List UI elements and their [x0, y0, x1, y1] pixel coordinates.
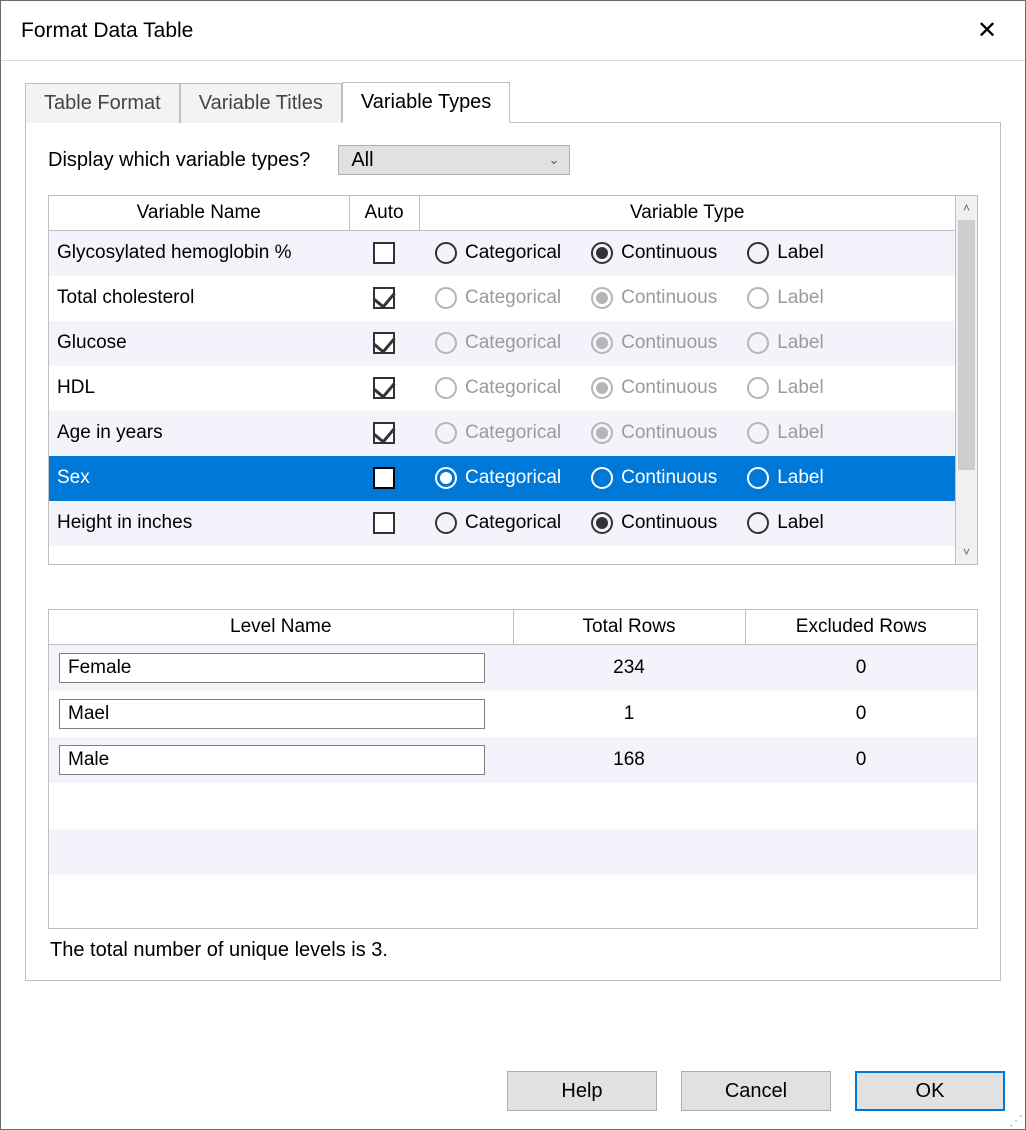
level-excluded: 0 — [745, 691, 977, 737]
variable-name[interactable]: Glucose — [49, 321, 349, 366]
variables-table: Variable Name Auto Variable Type Glycosy… — [49, 196, 955, 564]
type-radio-label[interactable]: Label — [747, 242, 824, 264]
level-total: 1 — [513, 691, 745, 737]
tab-panel-variable-types: Display which variable types? All ⌄ Vari… — [25, 123, 1001, 981]
auto-checkbox[interactable] — [373, 467, 395, 489]
col-variable-name: Variable Name — [49, 196, 349, 231]
variable-name[interactable]: Age in years — [49, 411, 349, 456]
tab-variable-types[interactable]: Variable Types — [342, 82, 510, 123]
type-radio-continuous[interactable]: Continuous — [591, 467, 717, 489]
title-bar: Format Data Table ✕ — [1, 1, 1025, 61]
scroll-up-icon[interactable]: ˄ — [956, 196, 977, 220]
col-excluded-rows: Excluded Rows — [745, 610, 977, 645]
type-radio-label[interactable]: Label — [747, 467, 824, 489]
resize-grip-icon[interactable]: ⋰ — [1009, 1113, 1023, 1127]
cancel-button[interactable]: Cancel — [681, 1071, 831, 1111]
scroll-thumb[interactable] — [958, 220, 975, 470]
variable-name[interactable]: Height in inches — [49, 501, 349, 546]
col-level-name: Level Name — [49, 610, 513, 645]
filter-label: Display which variable types? — [48, 149, 310, 172]
type-radio-categorical: Categorical — [435, 377, 561, 399]
type-radio-continuous: Continuous — [591, 377, 717, 399]
help-button[interactable]: Help — [507, 1071, 657, 1111]
filter-value: All — [351, 149, 373, 172]
close-icon[interactable]: ✕ — [967, 19, 1007, 43]
level-total — [513, 875, 745, 921]
level-excluded: 0 — [745, 737, 977, 783]
type-radio-categorical[interactable]: Categorical — [435, 242, 561, 264]
variables-scrollbar[interactable]: ˄ ˅ — [955, 196, 977, 564]
level-total: 234 — [513, 645, 745, 691]
col-variable-type: Variable Type — [419, 196, 955, 231]
variable-name[interactable]: Glycosylated hemoglobin % — [49, 231, 349, 276]
type-radio-label: Label — [747, 332, 824, 354]
level-name-input[interactable] — [59, 699, 485, 729]
type-radio-continuous: Continuous — [591, 332, 717, 354]
ok-button[interactable]: OK — [855, 1071, 1005, 1111]
type-radio-label: Label — [747, 422, 824, 444]
filter-dropdown[interactable]: All ⌄ — [338, 145, 570, 175]
level-excluded — [745, 875, 977, 921]
type-radio-label: Label — [747, 377, 824, 399]
auto-checkbox[interactable] — [373, 242, 395, 264]
variable-name[interactable]: Sex — [49, 456, 349, 501]
variable-name[interactable]: Total cholesterol — [49, 276, 349, 321]
auto-checkbox[interactable] — [373, 332, 395, 354]
type-radio-categorical[interactable]: Categorical — [435, 512, 561, 534]
scroll-down-icon[interactable]: ˅ — [956, 540, 977, 564]
level-excluded — [745, 829, 977, 875]
status-text: The total number of unique levels is 3. — [50, 939, 978, 962]
level-excluded: 0 — [745, 645, 977, 691]
level-total: 168 — [513, 737, 745, 783]
type-radio-categorical: Categorical — [435, 287, 561, 309]
type-radio-label[interactable]: Label — [747, 512, 824, 534]
level-excluded — [745, 783, 977, 829]
tab-table-format[interactable]: Table Format — [25, 83, 180, 123]
chevron-down-icon: ⌄ — [548, 152, 559, 168]
auto-checkbox[interactable] — [373, 287, 395, 309]
type-radio-categorical[interactable]: Categorical — [435, 467, 561, 489]
window-title: Format Data Table — [21, 19, 193, 43]
tab-strip: Table Format Variable Titles Variable Ty… — [25, 81, 1001, 123]
type-radio-continuous[interactable]: Continuous — [591, 242, 717, 264]
col-auto: Auto — [349, 196, 419, 231]
level-total — [513, 783, 745, 829]
variable-name[interactable]: HDL — [49, 366, 349, 411]
type-radio-label: Label — [747, 287, 824, 309]
level-total — [513, 829, 745, 875]
type-radio-categorical: Categorical — [435, 332, 561, 354]
level-name-input[interactable] — [59, 653, 485, 683]
type-radio-categorical: Categorical — [435, 422, 561, 444]
tab-variable-titles[interactable]: Variable Titles — [180, 83, 342, 123]
col-total-rows: Total Rows — [513, 610, 745, 645]
type-radio-continuous: Continuous — [591, 287, 717, 309]
levels-table: Level Name Total Rows Excluded Rows 2340… — [48, 609, 978, 929]
dialog-footer: Help Cancel OK — [507, 1071, 1005, 1111]
level-name-input[interactable] — [59, 745, 485, 775]
type-radio-continuous: Continuous — [591, 422, 717, 444]
type-radio-continuous[interactable]: Continuous — [591, 512, 717, 534]
auto-checkbox[interactable] — [373, 377, 395, 399]
auto-checkbox[interactable] — [373, 512, 395, 534]
auto-checkbox[interactable] — [373, 422, 395, 444]
